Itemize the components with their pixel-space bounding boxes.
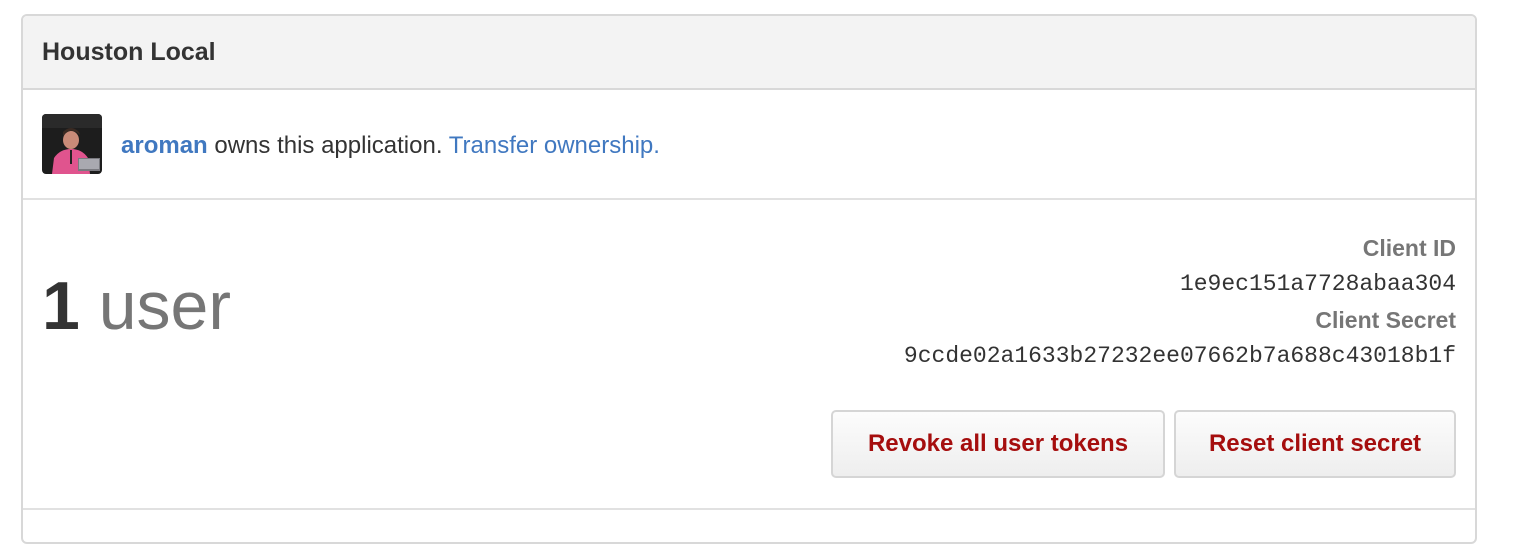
client-credentials: Client ID 1e9ec151a7728abaa304 Client Se… xyxy=(904,230,1456,374)
reset-client-secret-button[interactable]: Reset client secret xyxy=(1174,410,1456,478)
user-count-unit: user xyxy=(98,268,232,344)
user-count: 1 user xyxy=(42,266,231,346)
client-id-label: Client ID xyxy=(1362,235,1456,261)
transfer-ownership-link[interactable]: Transfer ownership. xyxy=(449,132,660,159)
application-panel: Houston Local aroman owns this applicati… xyxy=(21,14,1477,544)
owner-row: aroman owns this application. Transfer o… xyxy=(23,90,1475,200)
client-secret-label: Client Secret xyxy=(1315,307,1456,333)
client-id-value[interactable]: 1e9ec151a7728abaa304 xyxy=(904,266,1456,302)
owner-avatar[interactable] xyxy=(42,114,102,174)
ownership-text: aroman owns this application. Transfer o… xyxy=(121,132,660,160)
avatar-image xyxy=(42,114,102,174)
revoke-all-tokens-button[interactable]: Revoke all user tokens xyxy=(831,410,1165,478)
application-stats: 1 user Client ID 1e9ec151a7728abaa304 Cl… xyxy=(23,200,1475,510)
user-count-number: 1 xyxy=(42,268,80,344)
ownership-description: owns this application. xyxy=(207,131,449,159)
application-title: Houston Local xyxy=(42,37,216,66)
client-secret-value[interactable]: 9ccde02a1633b27232ee07662b7a688c43018b1f xyxy=(904,338,1456,374)
panel-header: Houston Local xyxy=(23,16,1475,90)
credential-actions: Revoke all user tokens Reset client secr… xyxy=(831,410,1456,478)
owner-username-link[interactable]: aroman xyxy=(121,132,208,159)
